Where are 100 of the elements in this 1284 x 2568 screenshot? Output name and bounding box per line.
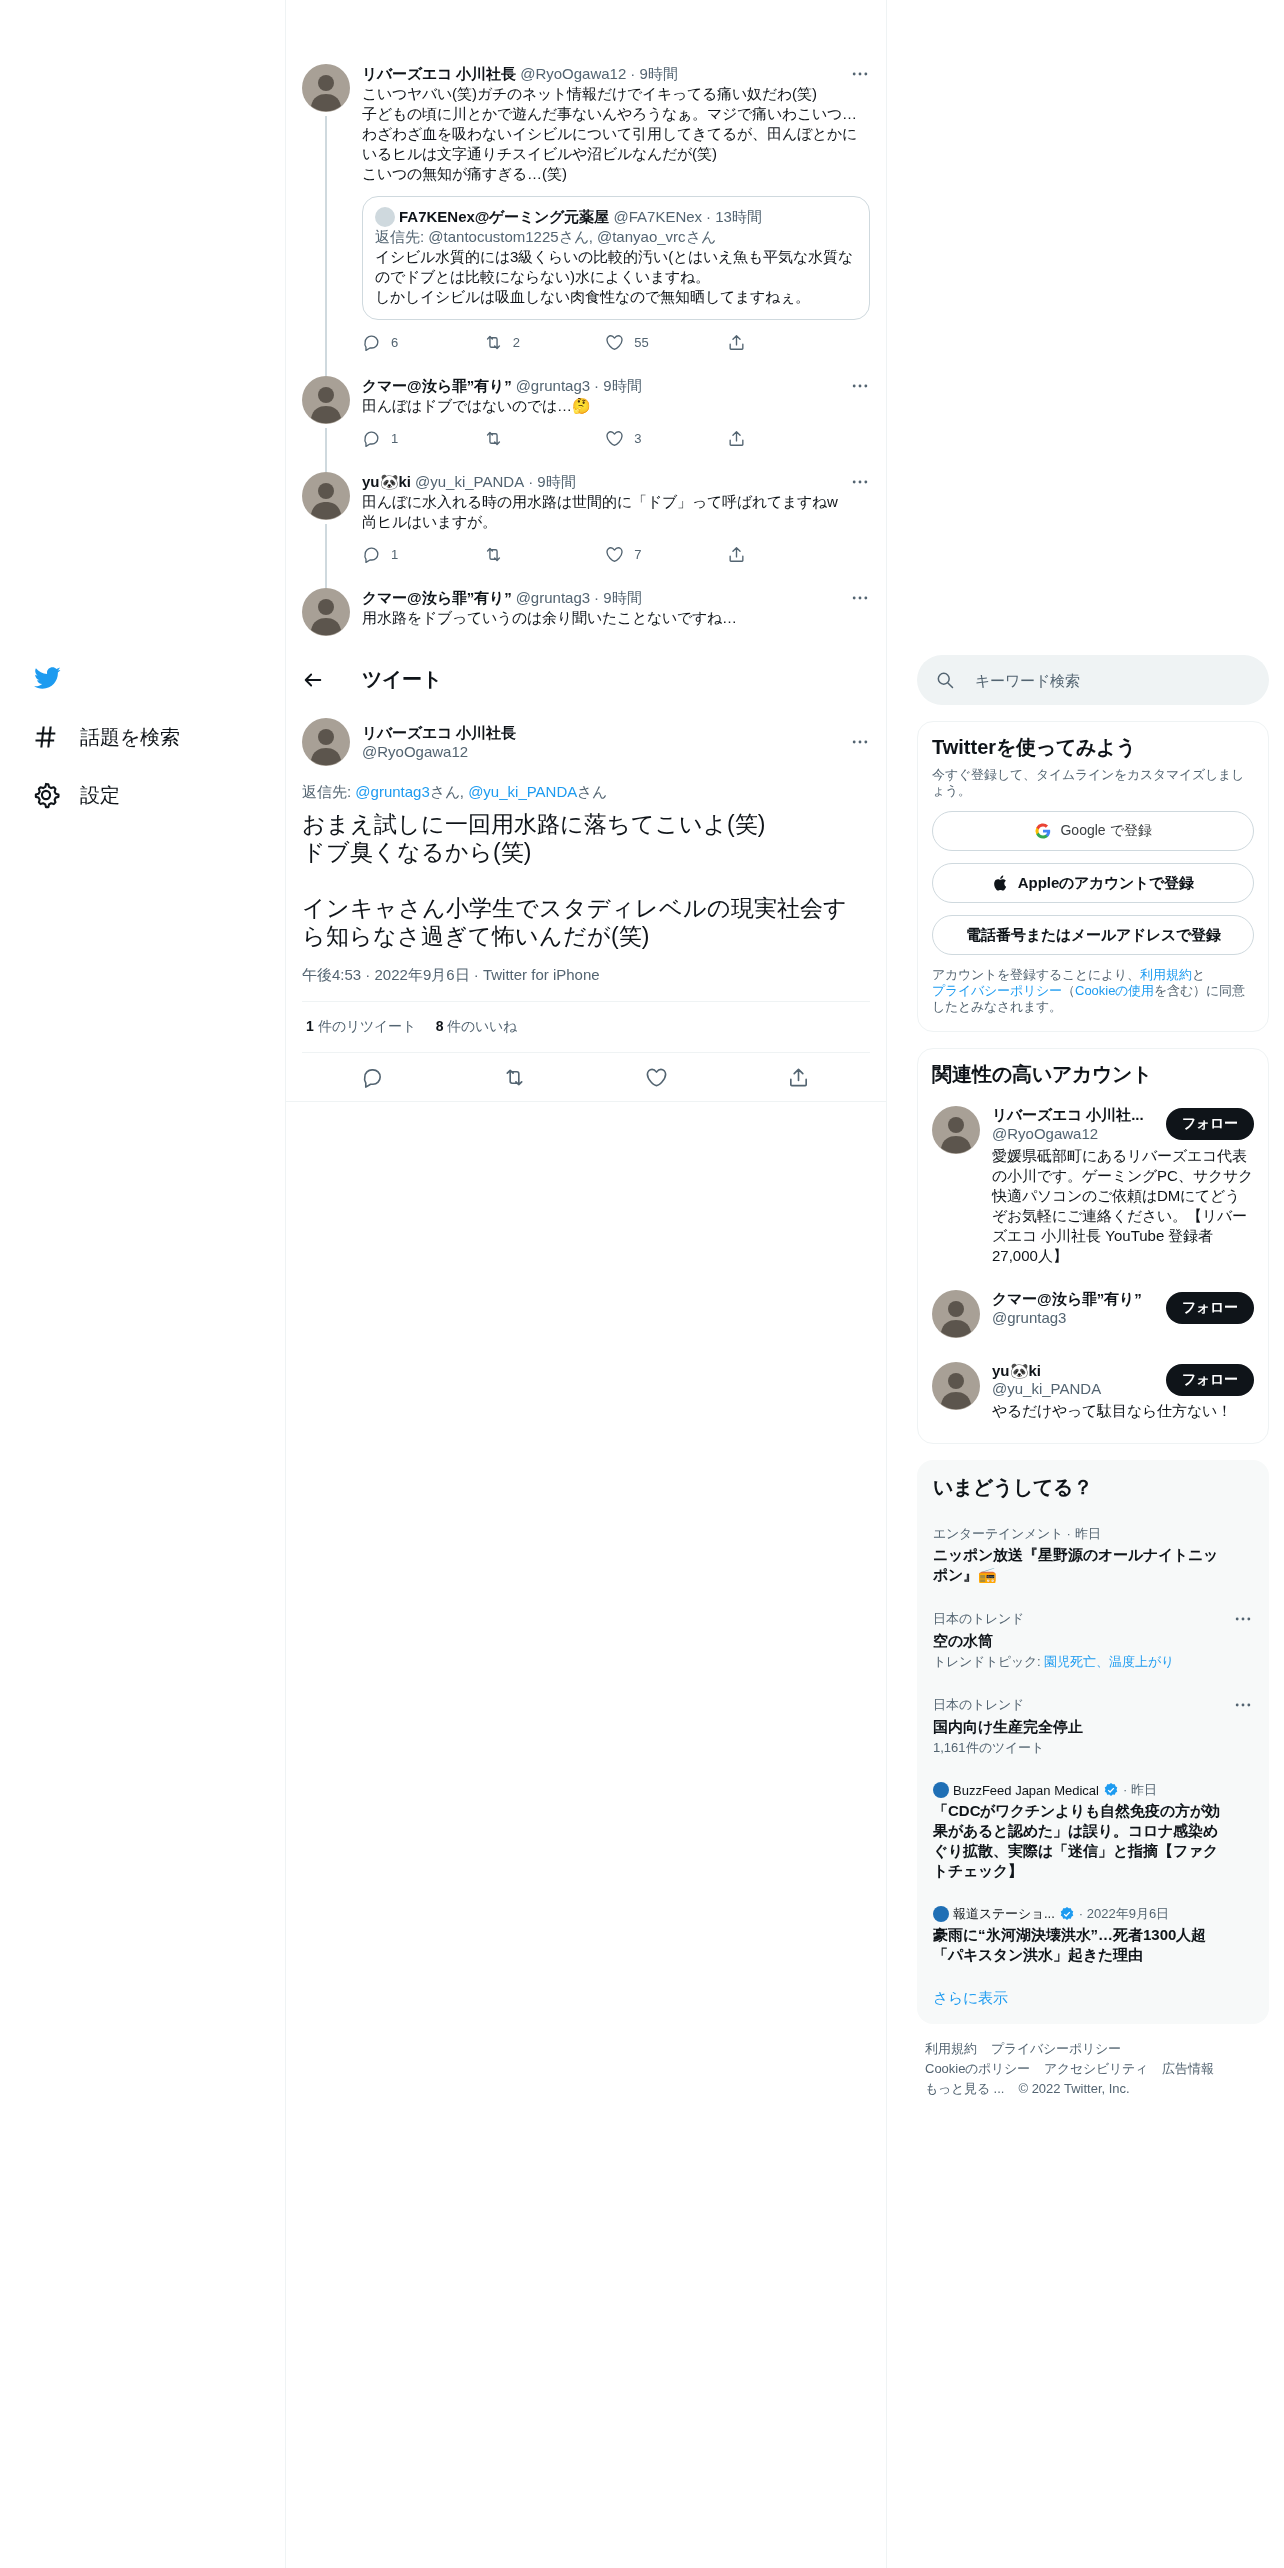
footer-link[interactable]: もっと見る ... bbox=[925, 2080, 1005, 2098]
account-handle[interactable]: @RyoOgawa12 bbox=[992, 1125, 1144, 1142]
account-bio: やるだけやって駄目なら仕方ない！ bbox=[992, 1401, 1233, 1421]
tweet-text: 田んぼに水入れる時の用水路は世間的に「ドブ」って呼ばれてますねw 尚ヒルはいますが。 bbox=[362, 492, 839, 532]
account-handle[interactable]: @gruntag3 bbox=[992, 1309, 1142, 1326]
follow-button[interactable]: フォロー bbox=[1166, 1363, 1254, 1396]
tweet-text: こいつヤバい(笑)ガチのネット情報だけでイキってる痛い奴だわ(笑) 子どもの頃に川とかで遊んだ事ないんやろうなぁ。マジで痛いわこいつ… わざわざ血を吸わないイシビルについて引用してきてるが、田んぼとかにいるヒルは文字通りチスイビルや沼ビルなんだが(笑) こいつの無知が痛すぎる…(笑) bbox=[362, 84, 858, 184]
card-title: 関連性の高いアカウント bbox=[932, 1062, 1153, 1087]
settings-icon bbox=[32, 781, 60, 809]
signup-button[interactable]: 電話番号またはメールアドレスで登録 bbox=[932, 915, 1254, 955]
quoted-text: イシビル水質的には3級くらいの比較的汚い(とはいえ魚も平気な水質なのでドブとは比較にならない)水によくいますね。 bbox=[375, 247, 855, 287]
card-title: Twitterを使ってみよう bbox=[932, 735, 1138, 760]
news-time: · 昨日 bbox=[1123, 1781, 1157, 1799]
reply-icon bbox=[362, 428, 381, 448]
card-title: いまどうしてる？ bbox=[933, 1475, 1094, 1500]
author-handle[interactable]: @gruntag3 bbox=[515, 588, 591, 608]
trend-topics: トレンドトピック: 園児死亡、温度上がり bbox=[933, 1653, 1176, 1671]
like-button[interactable]: 3 bbox=[605, 428, 666, 448]
author-handle[interactable]: @yu_ki_PANDA bbox=[415, 472, 525, 492]
trend-title[interactable]: ニッポン放送『星野源のオールナイトニッポン』📻 bbox=[933, 1545, 1223, 1585]
source-icon bbox=[933, 1782, 949, 1798]
signup-button[interactable]: Appleのアカウントで登録 bbox=[932, 863, 1254, 903]
author-handle[interactable]: @RyoOgawa12 bbox=[520, 64, 627, 84]
tweet-stat[interactable]: 8 件のいいね bbox=[435, 1018, 518, 1036]
tweet-time[interactable]: · 9時間 bbox=[528, 472, 576, 492]
page-title: ツイート bbox=[362, 667, 442, 692]
tweet-text: 田んぼはドブではないのでは…🤔 bbox=[362, 396, 592, 416]
avatar[interactable] bbox=[932, 1106, 980, 1154]
reply-to-text: 返信先: @tantocustom1225さん, @tanyao_vrcさん bbox=[375, 227, 717, 247]
signup-button[interactable]: Google で登録 bbox=[932, 811, 1254, 851]
account-name[interactable]: クマー@汝ら罪”有り” bbox=[992, 1290, 1142, 1309]
footer-link[interactable]: © 2022 Twitter, Inc. bbox=[1018, 2080, 1130, 2098]
card-subtitle: 今すぐ登録して、タイムラインをカスタマイズしましょう。 bbox=[932, 767, 1245, 799]
author-handle[interactable]: @RyoOgawa12 bbox=[362, 743, 517, 760]
footer-link[interactable]: 広告情報 bbox=[1162, 2060, 1215, 2078]
tweet-time[interactable]: · 9時間 bbox=[594, 376, 642, 396]
search-field[interactable]: キーワード検索 bbox=[917, 655, 1269, 705]
tweet-time[interactable]: · 9時間 bbox=[594, 588, 642, 608]
tweet-time: · 13時間 bbox=[706, 207, 762, 227]
author-handle: @FA7KENex bbox=[613, 207, 703, 227]
trend-title[interactable]: 空の水筒 bbox=[933, 1631, 1223, 1651]
news-headline[interactable]: 豪雨に“氷河湖決壊洪水”…死者1300人超「パキスタン洪水」起きた理由 bbox=[933, 1925, 1223, 1965]
nav-link[interactable]: 話題を検索 bbox=[30, 708, 192, 766]
trend-context: エンターテインメント · 昨日 bbox=[933, 1525, 1101, 1543]
follow-button[interactable]: フォロー bbox=[1166, 1292, 1254, 1324]
trend-context: 日本のトレンド bbox=[933, 1610, 1024, 1628]
follow-button[interactable]: フォロー bbox=[1166, 1108, 1254, 1140]
author-name[interactable]: リバーズエコ 小川社長 bbox=[362, 64, 517, 84]
author-name[interactable]: yu🐼ki bbox=[362, 472, 411, 492]
account-name[interactable]: yu🐼ki bbox=[992, 1362, 1102, 1380]
news-source: 報道ステーショ... bbox=[953, 1905, 1055, 1923]
tweet-text: おまえ試しに一回用水路に落ちてこいよ(笑) ドブ臭くなるから(笑) インキャさん小学生でスタディレベルの現実社会すら知らなさ過ぎて怖いんだが(笑) bbox=[302, 810, 848, 950]
author-name[interactable]: クマー@汝ら罪”有り” bbox=[362, 376, 512, 396]
avatar[interactable] bbox=[302, 376, 350, 424]
avatar[interactable] bbox=[302, 64, 350, 112]
source-icon bbox=[933, 1906, 949, 1922]
avatar[interactable] bbox=[932, 1290, 980, 1338]
thread-line bbox=[325, 428, 327, 472]
avatar[interactable] bbox=[302, 718, 350, 766]
tweet-count: 1,161件のツイート bbox=[933, 1739, 1045, 1757]
reply-button[interactable]: 6 bbox=[362, 332, 422, 352]
nav-link[interactable]: 設定 bbox=[30, 766, 132, 824]
share-icon bbox=[726, 428, 746, 448]
avatar bbox=[375, 207, 395, 227]
footer-link[interactable]: Cookieのポリシー bbox=[925, 2060, 1031, 2078]
trend-title[interactable]: 国内向け生産完全停止 bbox=[933, 1717, 1223, 1737]
like-button[interactable]: 7 bbox=[605, 544, 666, 564]
trend-context: 日本のトレンド bbox=[933, 1696, 1024, 1714]
heart-icon bbox=[605, 428, 625, 448]
reply-icon bbox=[362, 332, 381, 352]
account-name[interactable]: リバーズエコ 小川社... bbox=[992, 1106, 1144, 1125]
retweet-button[interactable]: 2 bbox=[483, 332, 544, 352]
footer-link[interactable]: 利用規約 bbox=[925, 2040, 977, 2058]
thread-line bbox=[325, 524, 327, 588]
reply-button[interactable]: 1 bbox=[362, 544, 422, 564]
footer-link[interactable]: プライバシーポリシー bbox=[991, 2040, 1121, 2058]
tweet-stat[interactable]: 1 件のリツイート bbox=[306, 1018, 416, 1036]
author-name[interactable]: リバーズエコ 小川社長 bbox=[362, 724, 517, 743]
quoted-tweet[interactable]: FA7KENex@ゲーミング元薬屋 @FA7KENex · 13時間 返信先: @tantocustom1225さん, @tanyao_vrcさん イシビル水質的には3級くらいの比較的汚い(とはいえ魚も平気な水質なのでドブとは比較にならない)水によくいますね。 しかしイシビルは吸血しない肉食性なので無知晒してますねぇ。 bbox=[362, 196, 870, 320]
footer-link[interactable]: アクセシビリティ bbox=[1044, 2060, 1149, 2078]
news-time: · 2022年9月6日 bbox=[1078, 1905, 1170, 1923]
avatar[interactable] bbox=[302, 472, 350, 520]
news-headline[interactable]: 「CDCがワクチンよりも自然免疫の方が効果があると認めた」は誤り。コロナ感染めぐり拡散、実際は「迷信」と指摘【ファクトチェック】 bbox=[933, 1801, 1223, 1881]
avatar[interactable] bbox=[302, 588, 350, 636]
share-icon bbox=[787, 1065, 810, 1089]
account-handle[interactable]: @yu_ki_PANDA bbox=[992, 1380, 1102, 1397]
author-name[interactable]: クマー@汝ら罪”有り” bbox=[362, 588, 512, 608]
like-button[interactable]: 55 bbox=[605, 332, 666, 352]
avatar[interactable] bbox=[932, 1362, 980, 1410]
share-icon bbox=[726, 332, 746, 352]
reply-icon bbox=[362, 544, 381, 564]
heart-icon bbox=[605, 332, 625, 352]
tweet-time[interactable]: · 9時間 bbox=[630, 64, 678, 84]
reply-button[interactable]: 1 bbox=[362, 428, 422, 448]
heart-icon bbox=[605, 544, 625, 564]
reply-to-text: 返信先: @gruntag3さん, @yu_ki_PANDAさん bbox=[302, 782, 609, 802]
tweet-timestamp: 午後4:53 · 2022年9月6日 · Twitter for iPhone bbox=[302, 966, 601, 985]
search-icon bbox=[935, 670, 955, 690]
share-icon bbox=[726, 544, 746, 564]
author-handle[interactable]: @gruntag3 bbox=[515, 376, 591, 396]
